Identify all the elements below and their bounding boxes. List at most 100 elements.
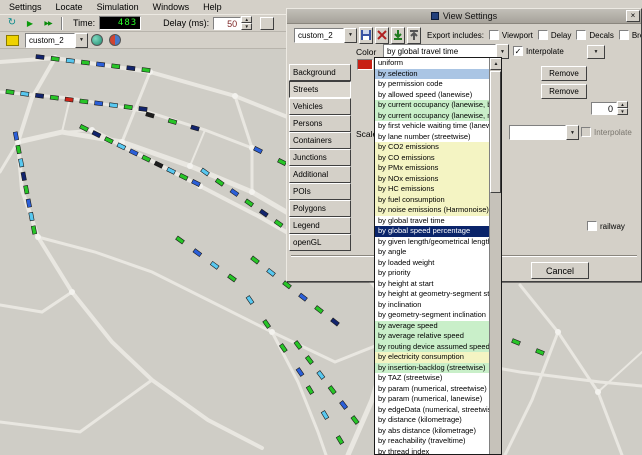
vehicle[interactable] bbox=[50, 95, 58, 100]
dropdown-option[interactable]: by loaded weight bbox=[375, 258, 489, 269]
vehicle[interactable] bbox=[51, 56, 59, 61]
remove-threshold-button[interactable]: Remove bbox=[541, 66, 587, 81]
menu-help[interactable]: Help bbox=[196, 1, 229, 13]
scroll-up-icon[interactable]: ▲ bbox=[490, 58, 502, 70]
vehicle[interactable] bbox=[6, 90, 14, 95]
dropdown-option[interactable]: by allowed speed (lanewise) bbox=[375, 90, 489, 101]
tab-opengl[interactable]: openGL bbox=[289, 234, 351, 251]
delete-scheme-button[interactable] bbox=[375, 27, 389, 44]
threshold-spinner[interactable]: 0 ▲ ▼ bbox=[591, 101, 628, 115]
run-button[interactable]: ▶ bbox=[21, 16, 39, 31]
tab-persons[interactable]: Persons bbox=[289, 115, 351, 132]
dropdown-option[interactable]: by insertion-backlog (streetwise) bbox=[375, 363, 489, 374]
checkbox-viewport[interactable]: Viewport bbox=[489, 30, 533, 40]
menu-settings[interactable]: Settings bbox=[2, 1, 49, 13]
dropdown-option[interactable]: by CO emissions bbox=[375, 153, 489, 164]
checkbox-breakpoints[interactable]: Breakpoints bbox=[619, 30, 641, 40]
vehicle[interactable] bbox=[36, 55, 44, 60]
vehicle[interactable] bbox=[21, 91, 29, 96]
scheme-combo[interactable]: custom_2 ▼ bbox=[25, 33, 88, 48]
spin-up-icon[interactable]: ▲ bbox=[241, 16, 252, 23]
scale-scheme-combo[interactable]: ▼ bbox=[509, 125, 579, 140]
close-icon[interactable]: × bbox=[626, 10, 640, 22]
dropdown-option[interactable]: by edgeData (numerical, streetwise) bbox=[375, 405, 489, 416]
view-settings-button[interactable] bbox=[88, 33, 106, 48]
viewport-button[interactable] bbox=[106, 33, 124, 48]
tab-junctions[interactable]: Junctions bbox=[289, 149, 351, 166]
railway-checkbox[interactable]: railway bbox=[587, 221, 625, 231]
dropdown-scrollbar[interactable]: ▲ bbox=[489, 58, 501, 454]
dropdown-option[interactable]: by inclination bbox=[375, 300, 489, 311]
dropdown-option[interactable]: by HC emissions bbox=[375, 184, 489, 195]
vehicle[interactable] bbox=[139, 107, 147, 112]
export-scheme-button[interactable] bbox=[391, 27, 405, 44]
vehicle[interactable] bbox=[66, 58, 74, 63]
dropdown-option[interactable]: by thread index bbox=[375, 447, 489, 455]
threshold-color-swatch[interactable] bbox=[357, 59, 373, 70]
dropdown-option[interactable]: by distance (kilometrage) bbox=[375, 415, 489, 426]
menu-locate[interactable]: Locate bbox=[49, 1, 90, 13]
save-scheme-button[interactable] bbox=[359, 27, 373, 44]
dropdown-option[interactable]: by CO2 emissions bbox=[375, 142, 489, 153]
dropdown-option[interactable]: by fuel consumption bbox=[375, 195, 489, 206]
scale-scheme-value[interactable] bbox=[509, 125, 566, 140]
checkbox-delay[interactable]: Delay bbox=[538, 30, 571, 40]
chevron-down-icon[interactable]: ▼ bbox=[566, 125, 579, 140]
vehicle[interactable] bbox=[35, 93, 43, 98]
vehicle[interactable] bbox=[80, 99, 88, 104]
delay-spinner[interactable]: 50 ▲ ▼ bbox=[213, 16, 252, 30]
interpolate-checkbox[interactable]: ✓ Interpolate bbox=[513, 46, 564, 56]
vehicle[interactable] bbox=[127, 66, 135, 71]
vehicle[interactable] bbox=[142, 68, 150, 73]
step-button[interactable]: ▶▶ bbox=[39, 16, 57, 31]
tab-legend[interactable]: Legend bbox=[289, 217, 351, 234]
dropdown-option[interactable]: by abs distance (kilometrage) bbox=[375, 426, 489, 437]
dropdown-option[interactable]: by angle bbox=[375, 247, 489, 258]
menu-simulation[interactable]: Simulation bbox=[90, 1, 146, 13]
spin-down-icon[interactable]: ▼ bbox=[617, 108, 628, 115]
spin-up-icon[interactable]: ▲ bbox=[617, 101, 628, 108]
dialog-scheme-combo[interactable]: custom_2 ▼ bbox=[294, 28, 357, 43]
vehicle[interactable] bbox=[96, 62, 104, 67]
dropdown-option[interactable]: by height at geometry-segment start bbox=[375, 289, 489, 300]
dropdown-option[interactable]: by current occupancy (lanewise, brutto) bbox=[375, 100, 489, 111]
dropdown-option[interactable]: by TAZ (streetwise) bbox=[375, 373, 489, 384]
delay-spin-buttons[interactable]: ▲ ▼ bbox=[241, 16, 252, 30]
tab-vehicles[interactable]: Vehicles bbox=[289, 98, 351, 115]
chevron-down-icon[interactable]: ▼ bbox=[75, 33, 88, 48]
tab-streets[interactable]: Streets bbox=[289, 81, 351, 98]
menu-windows[interactable]: Windows bbox=[146, 1, 197, 13]
dropdown-option[interactable]: by average relative speed bbox=[375, 331, 489, 342]
vehicle[interactable] bbox=[65, 97, 73, 102]
dropdown-option[interactable]: by height at start bbox=[375, 279, 489, 290]
dropdown-option[interactable]: by given length/geometrical length bbox=[375, 237, 489, 248]
scheme-combo-value[interactable]: custom_2 bbox=[25, 33, 75, 48]
dropdown-option[interactable]: by reachability (traveltime) bbox=[375, 436, 489, 447]
threshold-spin-buttons[interactable]: ▲ ▼ bbox=[617, 101, 628, 115]
dropdown-option[interactable]: by global travel time bbox=[375, 216, 489, 227]
dropdown-option[interactable]: by first vehicle waiting time (lanewise) bbox=[375, 121, 489, 132]
chevron-down-icon[interactable]: ▼ bbox=[344, 28, 357, 43]
spin-down-icon[interactable]: ▼ bbox=[241, 23, 252, 30]
dropdown-option[interactable]: by permission code bbox=[375, 79, 489, 90]
dropdown-option[interactable]: by routing device assumed speed bbox=[375, 342, 489, 353]
threshold-input[interactable]: 0 bbox=[591, 102, 617, 115]
dropdown-option[interactable]: by param (numerical, streetwise) bbox=[375, 384, 489, 395]
tab-containers[interactable]: Containers bbox=[289, 132, 351, 149]
checkbox-decals[interactable]: Decals bbox=[576, 30, 613, 40]
dropdown-option[interactable]: by electricity consumption bbox=[375, 352, 489, 363]
dropdown-option[interactable]: uniform bbox=[375, 58, 489, 69]
cancel-button[interactable]: Cancel bbox=[531, 262, 589, 279]
interpolate-steps-combo[interactable]: ▼ bbox=[587, 45, 607, 59]
tab-additional[interactable]: Additional bbox=[289, 166, 351, 183]
import-scheme-button[interactable] bbox=[407, 27, 421, 44]
vehicle[interactable] bbox=[112, 64, 120, 69]
dropdown-option[interactable]: by noise emissions (Harmonoise) bbox=[375, 205, 489, 216]
tab-background[interactable]: Background bbox=[289, 64, 351, 81]
dialog-scheme-value[interactable]: custom_2 bbox=[294, 28, 344, 43]
dropdown-option[interactable]: by geometry-segment inclination bbox=[375, 310, 489, 321]
dropdown-option[interactable]: by selection bbox=[375, 69, 489, 80]
vehicle[interactable] bbox=[94, 101, 102, 106]
vehicle[interactable] bbox=[124, 105, 132, 110]
dropdown-option[interactable]: by current occupancy (lanewise, netto) bbox=[375, 111, 489, 122]
